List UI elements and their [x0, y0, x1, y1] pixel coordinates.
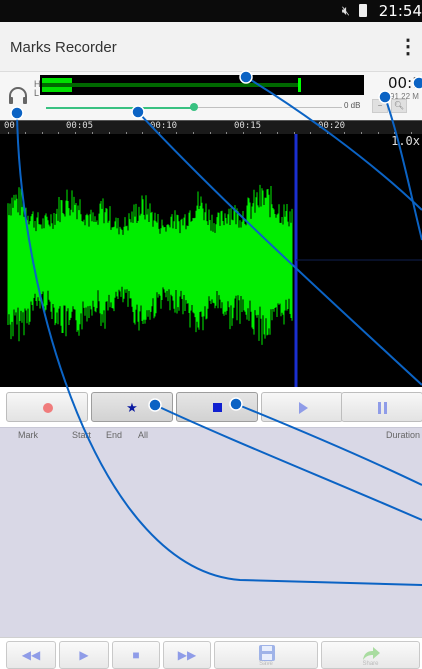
timeline-tick-label: 00:15 [234, 121, 262, 131]
overflow-menu-icon[interactable]: ⋮ [398, 34, 418, 59]
bottom-play-button[interactable]: ▶ [59, 641, 109, 669]
pause-icon [378, 402, 387, 414]
save-button[interactable]: Save [214, 641, 318, 669]
play-button[interactable] [261, 392, 343, 422]
gain-slider[interactable] [46, 103, 342, 111]
status-time: 21:54 [378, 2, 422, 20]
save-label: Save [259, 661, 273, 667]
status-bar: 🔇︎ 21:54 [0, 0, 422, 22]
stop-icon: ■ [132, 648, 140, 662]
gain-slider-thumb[interactable] [190, 103, 198, 111]
play-icon [299, 402, 308, 414]
share-button[interactable]: Share [321, 641, 420, 669]
pause-button[interactable] [341, 392, 422, 422]
app-title: Marks Recorder [10, 39, 117, 56]
elapsed-time: 00:1 [388, 74, 422, 92]
save-icon [259, 645, 275, 661]
transport-bar: ★ [0, 387, 422, 427]
headphones-icon[interactable] [7, 86, 29, 106]
column-header-mark: Mark [18, 430, 38, 440]
stop-icon [213, 403, 222, 412]
timeline-ruler[interactable]: 00 00:05 00:10 00:15 00:20 [0, 120, 422, 134]
zoom-level: 1.0x [391, 134, 420, 148]
column-header-start: Start [72, 430, 92, 440]
waveform-signal [7, 184, 293, 345]
timeline-tick-label: 00:20 [318, 121, 346, 131]
level-peak [298, 78, 301, 92]
waveform-path [7, 184, 293, 345]
column-header-duration: Duration [386, 430, 421, 440]
zoom-in-icon[interactable]: 🔍︎ [391, 99, 407, 113]
app-bar: Marks Recorder ⋮ [0, 22, 422, 72]
waveform-view[interactable]: 1.0x [0, 134, 422, 387]
zoom-out-icon[interactable]: − [372, 99, 388, 113]
marks-list[interactable]: Mark Start End All Duration [0, 427, 422, 637]
gain-slider-rest [194, 107, 342, 108]
star-icon: ★ [126, 400, 138, 415]
timeline-tick-label: 00:10 [150, 121, 178, 131]
waveform-graph [7, 134, 422, 387]
recorder-controls: H L 00:1 91.22 M 0 dB − 🔍︎ [0, 72, 422, 120]
stop-button[interactable] [176, 392, 258, 422]
timeline-tick-label: 00 [4, 121, 15, 131]
record-button[interactable] [6, 392, 88, 422]
fast-forward-button[interactable]: ▶▶ [163, 641, 211, 669]
rewind-button[interactable]: ◀◀ [6, 641, 56, 669]
record-icon [43, 403, 53, 413]
mute-icon: 🔇︎ [341, 3, 350, 18]
play-icon: ▶ [79, 648, 89, 662]
meter-bottom-label: L [34, 88, 40, 98]
share-label: Share [362, 661, 379, 667]
timeline-tick-label: 00:05 [66, 121, 94, 131]
column-header-all: All [138, 430, 149, 440]
rewind-icon: ◀◀ [21, 648, 41, 662]
fast-forward-icon: ▶▶ [177, 648, 197, 662]
bottom-stop-button[interactable]: ■ [112, 641, 160, 669]
level-bar-avg [42, 83, 298, 87]
battery-icon [359, 4, 367, 17]
mark-button[interactable]: ★ [91, 392, 173, 422]
gain-slider-fill [46, 107, 194, 109]
bottom-toolbar: ◀◀ ▶ ■ ▶▶ Save Share [0, 637, 422, 669]
share-icon [363, 647, 380, 660]
gain-label: 0 dB [344, 101, 361, 110]
level-meter [40, 75, 364, 95]
column-header-end: End [106, 430, 123, 440]
